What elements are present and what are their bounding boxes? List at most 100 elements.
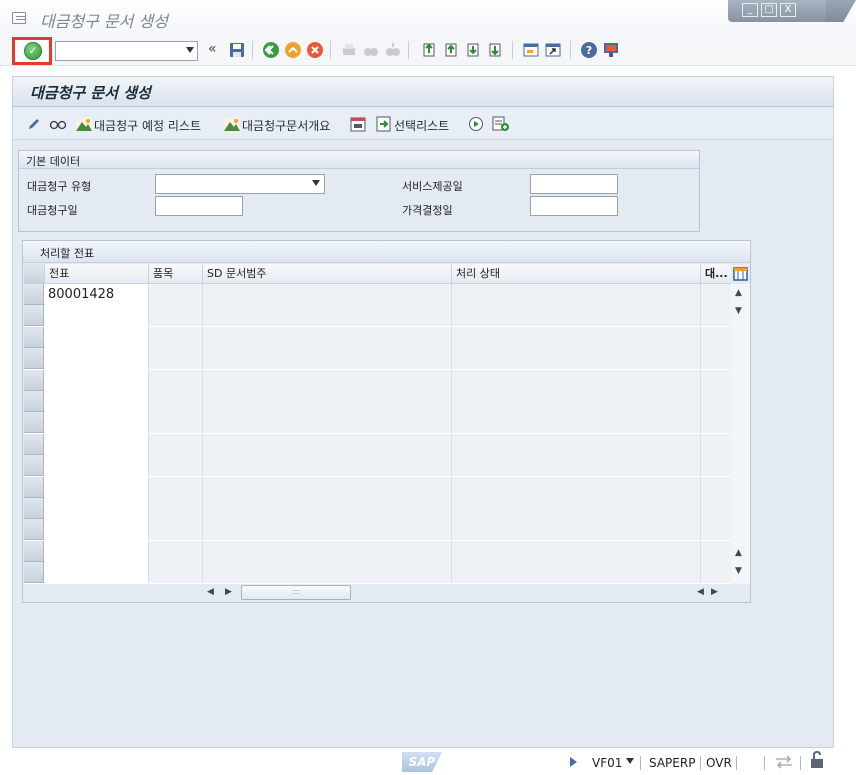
cell-doc[interactable] (45, 455, 149, 477)
enter-button[interactable]: ✓ (24, 42, 42, 60)
last-page-icon[interactable] (486, 41, 504, 59)
previous-page-icon[interactable] (442, 41, 460, 59)
table-row (24, 519, 732, 541)
service-date-field[interactable] (530, 174, 618, 194)
column-header-status[interactable]: 처리 상태 (452, 264, 701, 284)
calendar-icon[interactable] (350, 116, 366, 132)
cell-doc[interactable] (45, 540, 149, 562)
toolbar-separator (252, 41, 253, 59)
cell-doc[interactable] (45, 498, 149, 519)
scroll-page-up-icon[interactable]: ▲ (735, 548, 742, 558)
insert-mode: OVR (706, 756, 732, 770)
scroll-right-icon[interactable]: ▶ (225, 587, 232, 597)
add-list-icon[interactable] (492, 116, 510, 132)
scroll-left-end-icon[interactable]: ◀ (697, 587, 704, 597)
execute-clock-icon[interactable] (468, 116, 484, 132)
row-selector[interactable] (24, 348, 44, 370)
horizontal-scroll-thumb[interactable]: ::: (241, 585, 351, 600)
column-settings-icon[interactable] (731, 264, 750, 284)
shortcut-icon[interactable] (544, 41, 562, 59)
customize-layout-icon[interactable] (602, 41, 620, 59)
cell-doc[interactable] (45, 519, 149, 541)
export-icon (376, 116, 391, 132)
selection-list-label: 선택리스트 (394, 119, 450, 133)
row-selector[interactable] (24, 326, 44, 348)
pricing-date-field[interactable] (530, 196, 618, 216)
new-session-icon[interactable] (522, 41, 540, 59)
row-selector[interactable] (24, 562, 44, 584)
column-header-doc[interactable]: 전표 (45, 264, 149, 284)
row-selector[interactable] (24, 498, 44, 519)
row-selector[interactable] (24, 476, 44, 498)
collapse-toolbar-button[interactable]: « (208, 41, 217, 57)
cell-category (203, 519, 452, 541)
column-header-category[interactable]: SD 문서범주 (203, 264, 452, 284)
exit-icon[interactable] (284, 41, 302, 59)
cell-doc[interactable] (45, 412, 149, 434)
row-selector[interactable] (24, 433, 44, 455)
column-header-more[interactable]: 대... (701, 264, 732, 284)
row-selector[interactable] (24, 369, 44, 391)
minimize-button[interactable]: _ (742, 3, 758, 17)
column-header-item[interactable]: 품목 (149, 264, 203, 284)
display-glasses-icon[interactable] (48, 116, 68, 132)
lock-icon[interactable] (808, 750, 826, 770)
row-selector[interactable] (24, 284, 44, 305)
cell-status (452, 433, 701, 455)
scroll-up-icon[interactable]: ▲ (735, 288, 742, 298)
chevron-down-icon[interactable] (626, 758, 634, 764)
row-selector[interactable] (24, 519, 44, 541)
cell-status (452, 562, 701, 584)
cell-doc[interactable] (45, 369, 149, 391)
first-page-icon[interactable] (420, 41, 438, 59)
cell-doc[interactable] (45, 305, 149, 327)
row-selector[interactable] (24, 391, 44, 412)
status-separator (800, 756, 801, 770)
select-all-cell[interactable] (24, 264, 45, 284)
billing-type-label: 대금청구 유형 (27, 180, 92, 193)
scroll-right-end-icon[interactable]: ▶ (711, 587, 718, 597)
cell-doc[interactable] (45, 391, 149, 412)
table-row (24, 305, 732, 327)
documents-table: 전표 품목 SD 문서범주 처리 상태 대... 80001428 (24, 264, 732, 584)
cell-doc[interactable] (45, 348, 149, 370)
help-icon[interactable]: ? (580, 41, 598, 59)
cell-doc[interactable] (45, 433, 149, 455)
vertical-scrollbar[interactable]: ▲ ▼ ▲ ▼ (731, 284, 750, 584)
row-selector[interactable] (24, 540, 44, 562)
cell-item (149, 476, 203, 498)
service-date-label: 서비스제공일 (402, 180, 463, 193)
cell-category (203, 498, 452, 519)
close-button[interactable]: X (780, 3, 796, 17)
cancel-icon[interactable] (306, 41, 324, 59)
cell-doc[interactable] (45, 476, 149, 498)
command-field[interactable] (55, 41, 198, 61)
row-selector[interactable] (24, 412, 44, 434)
status-separator (640, 756, 641, 770)
scroll-down-icon[interactable]: ▼ (735, 306, 742, 316)
chevron-down-icon[interactable] (312, 180, 320, 186)
table-row (24, 476, 732, 498)
next-page-icon[interactable] (464, 41, 482, 59)
cell-category (203, 562, 452, 584)
cell-doc[interactable] (45, 326, 149, 348)
cell-item (149, 519, 203, 541)
billing-due-list-label: 대금청구 예정 리스트 (94, 119, 201, 133)
save-icon[interactable] (228, 41, 246, 59)
billing-date-field[interactable] (155, 196, 243, 216)
billing-type-select[interactable] (155, 174, 325, 194)
cell-doc[interactable] (45, 562, 149, 584)
cell-more (701, 455, 732, 477)
back-icon[interactable] (262, 41, 280, 59)
chevron-down-icon[interactable] (186, 47, 194, 53)
menu-icon[interactable] (12, 12, 26, 24)
row-selector[interactable] (24, 455, 44, 477)
cell-doc[interactable]: 80001428 (45, 284, 149, 305)
cell-more (701, 412, 732, 434)
scroll-page-down-icon[interactable]: ▼ (735, 566, 742, 576)
maximize-button[interactable]: □ (761, 3, 777, 17)
row-selector[interactable] (24, 305, 44, 327)
scroll-left-icon[interactable]: ◀ (207, 587, 214, 597)
status-expand-icon[interactable] (570, 757, 577, 767)
pencil-icon[interactable] (26, 116, 42, 132)
